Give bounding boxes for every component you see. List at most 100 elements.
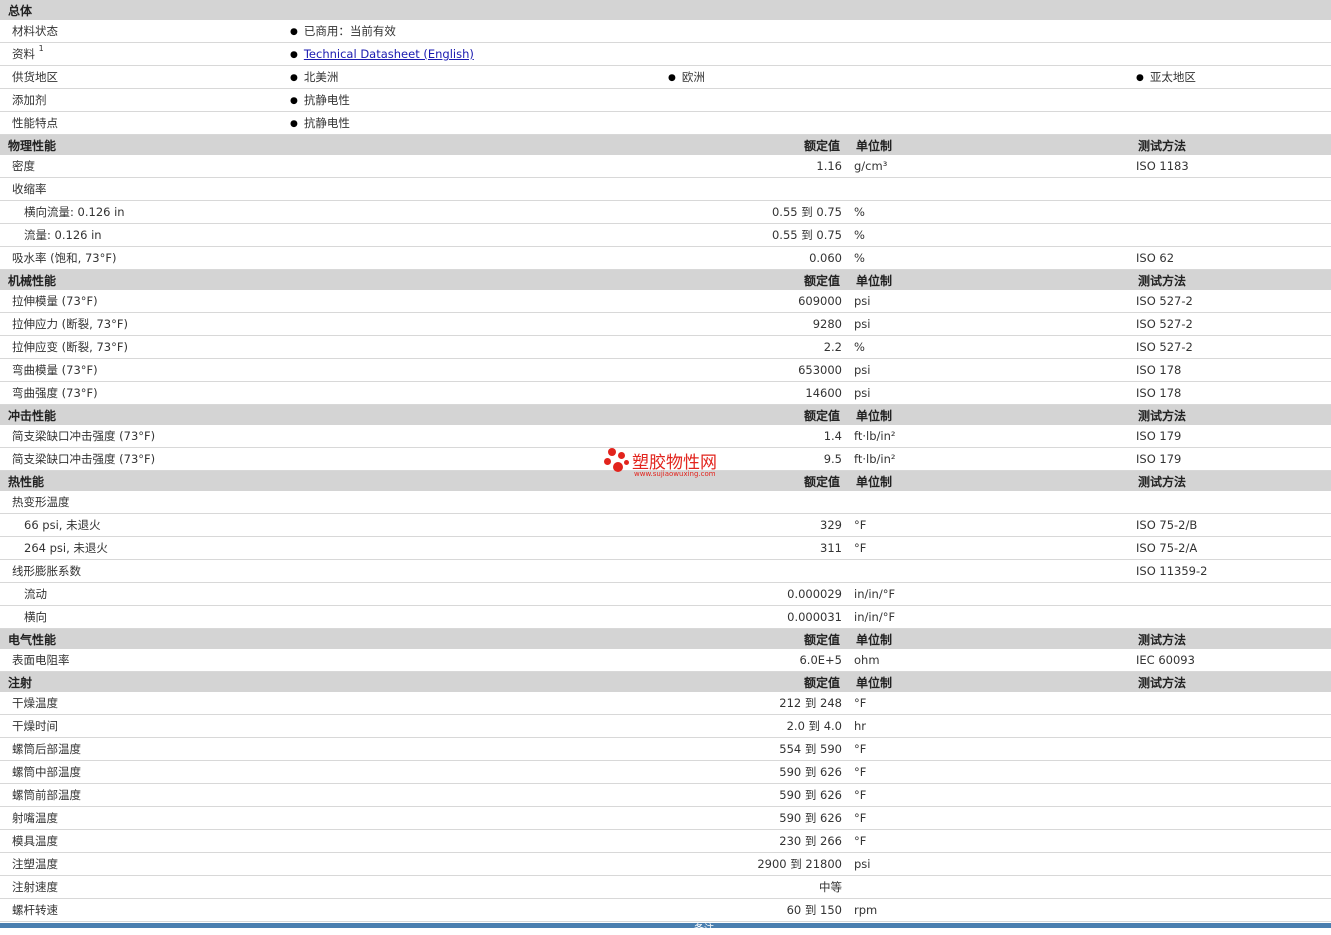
row-method <box>1130 223 1331 247</box>
row-spacer <box>286 290 662 313</box>
row-label-text: 资料 <box>12 47 35 61</box>
row-method <box>1130 582 1331 606</box>
row-label-text: 供货地区 <box>12 70 58 84</box>
row-value: 653000 <box>662 358 848 382</box>
row-unit: °F <box>848 806 1130 830</box>
row-unit: % <box>848 200 1130 224</box>
row-label: 热变形温度 <box>0 491 286 514</box>
row-method <box>1130 605 1331 629</box>
row-value: 329 <box>662 513 848 537</box>
section-title: 电气性能 <box>0 628 286 649</box>
table-row: 弯曲模量 (73°F) 653000 psi ISO 178 <box>0 358 1331 382</box>
row-method: ISO 75-2/B <box>1130 513 1331 537</box>
header-nominal: 额定值 <box>662 671 848 692</box>
row-method <box>1130 760 1331 784</box>
row-label: 流量: 0.126 in <box>0 223 286 247</box>
row-spacer <box>286 177 662 201</box>
row-label: 模具温度 <box>0 829 286 853</box>
row-spacer <box>286 875 662 899</box>
section-title: 热性能 <box>0 470 286 491</box>
row-label: 横向流量: 0.126 in <box>0 200 286 224</box>
header-spacer <box>286 628 662 649</box>
table-row: 横向 0.000031 in/in/°F <box>0 605 1331 629</box>
row-unit <box>848 491 1130 514</box>
row-unit: % <box>848 246 1130 270</box>
row-value: 2.2 <box>662 335 848 359</box>
row-value: 609000 <box>662 290 848 313</box>
row-unit: psi <box>848 852 1130 876</box>
row-value: 2.0 到 4.0 <box>662 714 848 738</box>
table-row: 线形膨胀系数 ISO 11359-2 <box>0 559 1331 583</box>
row-spacer <box>286 806 662 830</box>
watermark-url: www.sujiaowuxing.com <box>634 470 716 478</box>
row-label-text: 性能特点 <box>12 116 58 130</box>
row-value: 1.4 <box>662 425 848 448</box>
row-label: 简支梁缺口冲击强度 (73°F) <box>0 447 286 471</box>
table-row: 注塑温度 2900 到 21800 psi <box>0 852 1331 876</box>
row-spacer <box>286 852 662 876</box>
row-unit: ohm <box>848 649 1130 672</box>
row-label: 拉伸模量 (73°F) <box>0 290 286 313</box>
row-label: 螺筒前部温度 <box>0 783 286 807</box>
row-label: 螺筒中部温度 <box>0 760 286 784</box>
row-value <box>662 491 848 514</box>
header-unit: 单位制 <box>848 134 1130 155</box>
row-value: 230 到 266 <box>662 829 848 853</box>
table-row: 螺筒前部温度 590 到 626 °F <box>0 783 1331 807</box>
row-value: 抗静电性 <box>286 88 1331 112</box>
row-method <box>1130 692 1331 715</box>
row-unit: psi <box>848 312 1130 336</box>
row-spacer <box>286 491 662 514</box>
row-unit: °F <box>848 536 1130 560</box>
row-label: 横向 <box>0 605 286 629</box>
row-spacer <box>286 559 662 583</box>
row-label-text: 材料状态 <box>12 24 58 38</box>
row-unit <box>848 177 1130 201</box>
row-label: 吸水率 (饱和, 73°F) <box>0 246 286 270</box>
section-header-electrical: 电气性能 额定值 单位制 测试方法 <box>0 628 1331 649</box>
row-unit: g/cm³ <box>848 155 1130 178</box>
section-header-injection: 注射 额定值 单位制 测试方法 <box>0 671 1331 692</box>
row-value: 中等 <box>662 875 848 899</box>
table-row: 性能特点 抗静电性 <box>0 111 1331 135</box>
row-label: 拉伸应变 (断裂, 73°F) <box>0 335 286 359</box>
region-item: 亚太地区 <box>1130 65 1331 89</box>
row-method <box>1130 806 1331 830</box>
row-unit <box>848 875 1130 899</box>
table-row: 注射速度 中等 <box>0 875 1331 899</box>
table-row: 热变形温度 <box>0 491 1331 514</box>
row-value: 2900 到 21800 <box>662 852 848 876</box>
row-spacer <box>286 582 662 606</box>
row-method <box>1130 898 1331 922</box>
row-unit: °F <box>848 737 1130 761</box>
table-row: 流量: 0.126 in 0.55 到 0.75% <box>0 223 1331 247</box>
header-unit: 单位制 <box>848 404 1130 425</box>
row-method: ISO 527-2 <box>1130 312 1331 336</box>
row-spacer <box>286 536 662 560</box>
header-unit: 单位制 <box>848 470 1130 491</box>
row-spacer <box>286 223 662 247</box>
row-label: 流动 <box>0 582 286 606</box>
table-row: 供货地区 北美洲欧洲亚太地区 <box>0 65 1331 89</box>
header-nominal: 额定值 <box>662 269 848 290</box>
row-value: 抗静电性 <box>286 111 1331 135</box>
table-row: 264 psi, 未退火 311 °F ISO 75-2/A <box>0 536 1331 560</box>
row-label: 添加剂 <box>0 88 286 112</box>
row-method: ISO 527-2 <box>1130 335 1331 359</box>
row-label: 简支梁缺口冲击强度 (73°F) <box>0 425 286 448</box>
header-method: 测试方法 <box>1130 269 1331 290</box>
row-value: 590 到 626 <box>662 806 848 830</box>
bullet-icon <box>290 47 304 61</box>
row-spacer <box>286 737 662 761</box>
datasheet-link[interactable]: Technical Datasheet (English) <box>304 47 474 61</box>
table-row: 资料 1 Technical Datasheet (English) <box>0 42 1331 66</box>
header-nominal: 额定值 <box>662 134 848 155</box>
row-unit: °F <box>848 513 1130 537</box>
row-spacer <box>286 246 662 270</box>
table-row: 收缩率 <box>0 177 1331 201</box>
row-value: 311 <box>662 536 848 560</box>
row-method: IEC 60093 <box>1130 649 1331 672</box>
region-item: 北美洲 <box>286 65 662 89</box>
table-row: 模具温度 230 到 266 °F <box>0 829 1331 853</box>
row-label: 弯曲模量 (73°F) <box>0 358 286 382</box>
